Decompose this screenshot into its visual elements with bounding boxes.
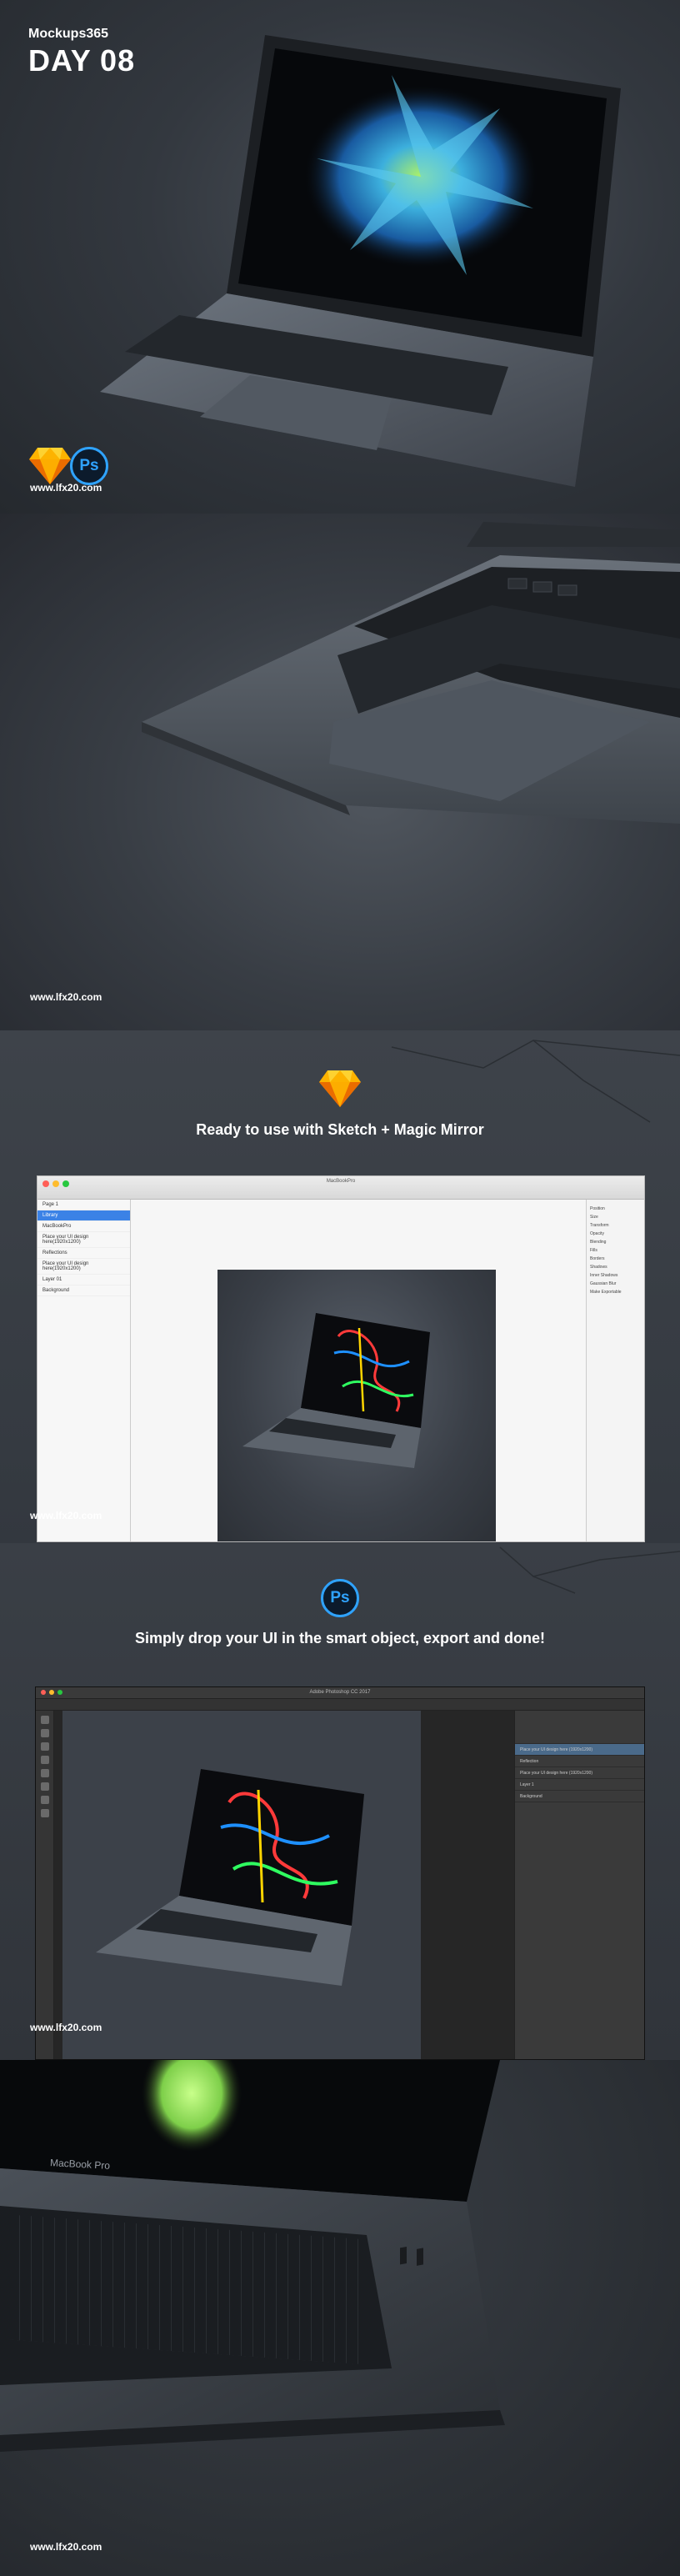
macbook-hero-image: [100, 35, 621, 487]
keyboard-keys: [8, 2214, 358, 2364]
artboard-laptop-image: [242, 1313, 430, 1468]
panel-tabs[interactable]: [515, 1711, 644, 1744]
photoshop-menubar: Adobe Photoshop CC 2017: [36, 1687, 644, 1699]
document-canvas[interactable]: [54, 1711, 514, 2059]
document-laptop-image: [62, 1711, 421, 2059]
inspector-item[interactable]: Make Exportable: [590, 1290, 641, 1295]
layers-panel: Place your UI design here (1920x1200) Re…: [514, 1711, 644, 2059]
layer-row[interactable]: Background: [515, 1791, 644, 1802]
artboard[interactable]: [218, 1270, 496, 1541]
website-url[interactable]: www.lfx20.com: [30, 991, 102, 1003]
lasso-tool-icon[interactable]: [40, 1742, 49, 1751]
layer-row[interactable]: Page 1: [38, 1200, 130, 1210]
keyboard-closeup-panel: MacBook Pro www.lfx20.com: [0, 2060, 680, 2576]
website-url[interactable]: www.lfx20.com: [30, 2541, 102, 2553]
inspector-item[interactable]: Position: [590, 1206, 641, 1211]
layer-row[interactable]: Place your UI design here (1920x1200): [515, 1744, 644, 1756]
inspector-item[interactable]: Blending: [590, 1240, 641, 1245]
tools-panel: [36, 1711, 54, 2059]
options-bar[interactable]: [36, 1699, 644, 1711]
layer-row[interactable]: Place your UI design here(1920x1200): [38, 1259, 130, 1275]
inspector-item[interactable]: Transform: [590, 1223, 641, 1228]
hero-panel: Mockups365 DAY 08 Ps www.lfx20.com: [0, 0, 680, 514]
sketch-toolbar: MacBookPro: [38, 1176, 644, 1200]
inspector-item[interactable]: Borders: [590, 1256, 641, 1261]
layer-row[interactable]: Reflection: [515, 1756, 644, 1767]
inspector-item[interactable]: Gaussian Blur: [590, 1281, 641, 1286]
inspector-item[interactable]: Fills: [590, 1248, 641, 1253]
layer-row[interactable]: Layer 1: [515, 1779, 644, 1791]
closeup-panel: www.lfx20.com: [0, 514, 680, 1030]
layer-row[interactable]: Layer 01: [38, 1275, 130, 1285]
sketch-logo-icon: [318, 1069, 362, 1109]
window-title: Adobe Photoshop CC 2017: [309, 1690, 371, 1695]
inspector-item[interactable]: Shadows: [590, 1265, 641, 1270]
inspector-item[interactable]: Opacity: [590, 1231, 641, 1236]
layer-row[interactable]: MacBookPro: [38, 1221, 130, 1232]
photoshop-logo-icon: Ps: [70, 447, 108, 485]
sketch-panel: Ready to use with Sketch + Magic Mirror …: [0, 1030, 680, 1543]
layer-row[interactable]: Place your UI design here (1920x1200): [515, 1767, 644, 1779]
eraser-tool-icon[interactable]: [40, 1782, 49, 1791]
layer-row[interactable]: Library: [38, 1210, 130, 1221]
inspector-item[interactable]: Inner Shadows: [590, 1273, 641, 1278]
sketch-logo-icon: [28, 446, 72, 486]
website-url[interactable]: www.lfx20.com: [30, 2022, 102, 2033]
layers-sidebar: Page 1 Library MacBookPro Place your UI …: [38, 1200, 131, 1541]
photoshop-window: Adobe Photoshop CC 2017 Place your UI de…: [35, 1686, 645, 2060]
layer-row[interactable]: Place your UI design here(1920x1200): [38, 1232, 130, 1248]
sketch-window: MacBookPro Page 1 Library MacBookPro Pla…: [37, 1175, 645, 1542]
text-tool-icon[interactable]: [40, 1796, 49, 1804]
sketch-heading: Ready to use with Sketch + Magic Mirror: [196, 1121, 484, 1138]
zoom-tool-icon[interactable]: [40, 1809, 49, 1817]
inspector-panel: Position Size Transform Opacity Blending…: [586, 1200, 644, 1541]
website-url[interactable]: www.lfx20.com: [30, 1510, 102, 1521]
layer-row[interactable]: Background: [38, 1285, 130, 1296]
photoshop-heading: Simply drop your UI in the smart object,…: [134, 1630, 546, 1646]
layer-row[interactable]: Reflections: [38, 1248, 130, 1259]
brush-tool-icon[interactable]: [40, 1769, 49, 1777]
inspector-item[interactable]: Size: [590, 1215, 641, 1220]
window-title: MacBookPro: [326, 1179, 356, 1184]
move-tool-icon[interactable]: [40, 1716, 49, 1724]
sketch-canvas[interactable]: [131, 1200, 586, 1541]
crop-tool-icon[interactable]: [40, 1756, 49, 1764]
photoshop-logo-icon: Ps: [321, 1579, 359, 1617]
website-url[interactable]: www.lfx20.com: [30, 482, 102, 494]
photoshop-panel: Ps Simply drop your UI in the smart obje…: [0, 1543, 680, 2060]
marquee-tool-icon[interactable]: [40, 1729, 49, 1737]
macbook-closeup-image: [142, 522, 680, 824]
